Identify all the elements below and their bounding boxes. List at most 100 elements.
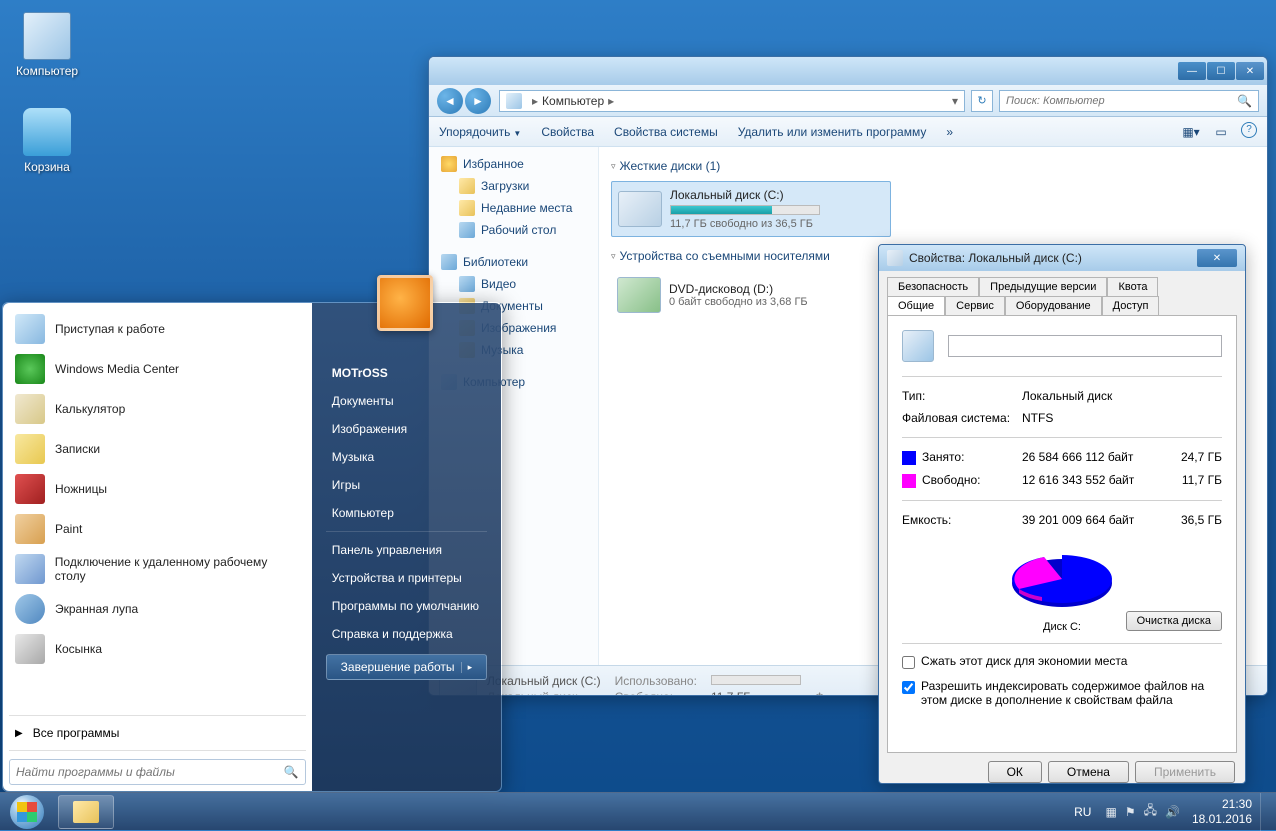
desktop-icon-label: Корзина [12, 160, 82, 174]
sidebar-libraries[interactable]: Библиотеки [429, 251, 598, 273]
prop-capacity-bytes: 39 201 009 664 байт [1022, 513, 1162, 527]
desktop-icon-computer[interactable]: Компьютер [12, 12, 82, 78]
explorer-toolbar: Упорядочить▼ Свойства Свойства системы У… [429, 117, 1267, 147]
maximize-button[interactable]: ☐ [1207, 62, 1235, 80]
desktop-icon-recycle-bin[interactable]: Корзина [12, 108, 82, 174]
toolbar-organize[interactable]: Упорядочить▼ [439, 125, 521, 139]
all-programs-button[interactable]: ▶Все программы [9, 720, 306, 746]
nav-forward-button[interactable]: ► [465, 88, 491, 114]
show-desktop-button[interactable] [1260, 793, 1272, 831]
sidebar-videos[interactable]: Видео [429, 273, 598, 295]
free-swatch [902, 474, 916, 488]
statusbar-name: Локальный диск (C:) [487, 674, 601, 688]
dvd-icon [617, 277, 661, 313]
prop-free-bytes: 12 616 343 552 байт [1022, 473, 1162, 488]
start-pictures[interactable]: Изображения [316, 415, 497, 443]
disk-cleanup-button[interactable]: Очистка диска [1126, 611, 1222, 631]
cancel-button[interactable]: Отмена [1048, 761, 1129, 783]
start-help[interactable]: Справка и поддержка [316, 620, 497, 648]
start-program-calculator[interactable]: Калькулятор [9, 389, 306, 429]
help-icon[interactable]: ? [1241, 122, 1257, 138]
taskbar-explorer[interactable] [58, 795, 114, 829]
start-program-snipping-tool[interactable]: Ножницы [9, 469, 306, 509]
ok-button[interactable]: ОК [988, 761, 1042, 783]
properties-titlebar[interactable]: Свойства: Локальный диск (C:) ✕ [879, 245, 1245, 271]
volume-icon[interactable]: 🔊 [1165, 805, 1180, 819]
start-computer[interactable]: Компьютер [316, 499, 497, 527]
tab-tools[interactable]: Сервис [945, 296, 1005, 315]
start-control-panel[interactable]: Панель управления [316, 536, 497, 564]
tab-previous-versions[interactable]: Предыдущие версии [979, 277, 1107, 296]
sidebar-favorites[interactable]: Избранное [429, 153, 598, 175]
toolbar-system-properties[interactable]: Свойства системы [614, 125, 718, 139]
start-program-getting-started[interactable]: Приступая к работе [9, 309, 306, 349]
nav-back-button[interactable]: ◄ [437, 88, 463, 114]
view-options-icon[interactable]: ▦▾ [1181, 122, 1201, 142]
preview-pane-icon[interactable]: ▭ [1211, 122, 1231, 142]
explorer-titlebar[interactable]: ― ☐ ✕ [429, 57, 1267, 85]
sidebar-recent[interactable]: Недавние места [429, 197, 598, 219]
start-menu: Приступая к работе Windows Media Center … [2, 302, 502, 792]
compress-checkbox[interactable] [902, 656, 915, 669]
drive-name: Локальный диск (C:) [670, 188, 884, 202]
start-default-programs[interactable]: Программы по умолчанию [316, 592, 497, 620]
properties-dialog: Свойства: Локальный диск (C:) ✕ Безопасн… [878, 244, 1246, 784]
breadcrumb-item[interactable]: Компьютер [542, 94, 604, 108]
action-center-icon[interactable]: ⚑ [1125, 805, 1136, 819]
drive-usage-bar [670, 205, 820, 215]
start-search-input[interactable] [16, 765, 284, 779]
start-devices-printers[interactable]: Устройства и принтеры [316, 564, 497, 592]
computer-icon [23, 12, 71, 60]
computer-icon [506, 93, 522, 109]
prop-filesystem: NTFS [1022, 411, 1222, 425]
tab-security[interactable]: Безопасность [887, 277, 979, 296]
close-button[interactable]: ✕ [1236, 62, 1264, 80]
app-icon [15, 434, 45, 464]
breadcrumb[interactable]: ▸ Компьютер ▸ ▾ [499, 90, 965, 112]
start-documents[interactable]: Документы [316, 387, 497, 415]
index-checkbox[interactable] [902, 681, 915, 694]
minimize-button[interactable]: ― [1178, 62, 1206, 80]
start-program-media-center[interactable]: Windows Media Center [9, 349, 306, 389]
refresh-button[interactable]: ↻ [971, 90, 993, 112]
sidebar-downloads[interactable]: Загрузки [429, 175, 598, 197]
shutdown-button[interactable]: Завершение работы▸ [326, 654, 487, 680]
section-hard-drives[interactable]: ▿Жесткие диски (1) [611, 159, 1255, 173]
apply-button[interactable]: Применить [1135, 761, 1235, 783]
tab-sharing[interactable]: Доступ [1102, 296, 1160, 315]
start-search[interactable]: 🔍 [9, 759, 306, 785]
toolbar-properties[interactable]: Свойства [541, 125, 594, 139]
start-music[interactable]: Музыка [316, 443, 497, 471]
start-program-solitaire[interactable]: Косынка [9, 629, 306, 669]
start-program-remote-desktop[interactable]: Подключение к удаленному рабочему столу [9, 549, 306, 589]
tray-icon[interactable]: ▦ [1105, 805, 1116, 819]
network-icon[interactable]: 🖧 [1144, 801, 1157, 822]
sidebar-desktop[interactable]: Рабочий стол [429, 219, 598, 241]
app-icon [15, 354, 45, 384]
search-input[interactable] [1006, 95, 1237, 107]
prop-used-bytes: 26 584 666 112 байт [1022, 450, 1162, 465]
drive-d[interactable]: DVD-дисковод (D:) 0 байт свободно из 3,6… [611, 271, 891, 319]
start-program-magnifier[interactable]: Экранная лупа [9, 589, 306, 629]
toolbar-uninstall[interactable]: Удалить или изменить программу [738, 125, 927, 139]
toolbar-more[interactable]: » [946, 125, 953, 139]
statusbar-type: Локальный диск [487, 690, 601, 697]
search-box[interactable]: 🔍 [999, 90, 1259, 112]
tab-general[interactable]: Общие [887, 296, 945, 315]
close-button[interactable]: ✕ [1197, 249, 1237, 267]
tab-quota[interactable]: Квота [1107, 277, 1158, 296]
windows-logo-icon [10, 795, 44, 829]
start-button[interactable] [0, 793, 54, 831]
start-program-sticky-notes[interactable]: Записки [9, 429, 306, 469]
tab-hardware[interactable]: Оборудование [1005, 296, 1102, 315]
start-games[interactable]: Игры [316, 471, 497, 499]
start-user-name[interactable]: MOTrOSS [316, 359, 497, 387]
language-indicator[interactable]: RU [1074, 805, 1091, 819]
taskbar-clock[interactable]: 21:30 18.01.2016 [1192, 797, 1252, 826]
drive-c[interactable]: Локальный диск (C:) 11,7 ГБ свободно из … [611, 181, 891, 237]
app-icon [15, 554, 45, 584]
user-avatar[interactable] [377, 275, 433, 331]
folder-icon [459, 200, 475, 216]
drive-name-input[interactable] [948, 335, 1222, 357]
start-program-paint[interactable]: Paint [9, 509, 306, 549]
